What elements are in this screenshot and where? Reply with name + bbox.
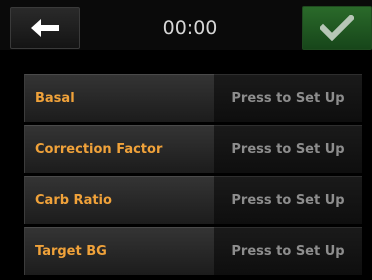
setting-label: Carb Ratio [24,176,214,224]
back-button[interactable] [10,7,80,49]
settings-row-correction-factor[interactable]: Correction Factor Press to Set Up [24,125,362,173]
setting-value: Press to Set Up [214,74,362,122]
checkmark-icon [320,15,354,41]
confirm-button[interactable] [302,6,372,50]
left-arrow-icon [31,19,59,37]
time-display: 00:00 [162,17,218,39]
header-bar: 00:00 [0,0,372,50]
settings-row-target-bg[interactable]: Target BG Press to Set Up [24,227,362,275]
setting-label: Correction Factor [24,125,214,173]
setting-label: Basal [24,74,214,122]
settings-row-carb-ratio[interactable]: Carb Ratio Press to Set Up [24,176,362,224]
setting-value: Press to Set Up [214,176,362,224]
setting-value: Press to Set Up [214,227,362,275]
settings-row-basal[interactable]: Basal Press to Set Up [24,74,362,122]
setting-value: Press to Set Up [214,125,362,173]
setting-label: Target BG [24,227,214,275]
